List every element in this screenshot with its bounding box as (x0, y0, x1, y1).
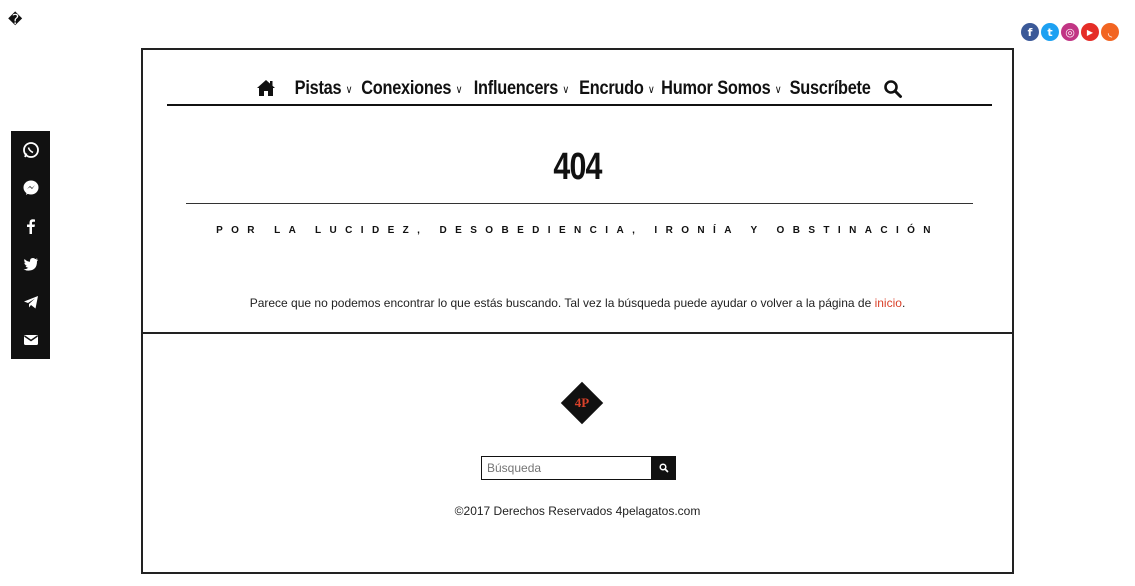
rss-icon[interactable]: ◟ (1101, 23, 1119, 41)
nav-item-somos[interactable]: Somos ∨ (718, 78, 782, 100)
search-icon (659, 463, 669, 473)
site-logo[interactable]: 4P (559, 380, 605, 431)
nav-item-encrudo[interactable]: Encrudo ∨ (579, 78, 655, 100)
twitter-icon[interactable]: t (1041, 23, 1059, 41)
site-tagline: POR LA LUCIDEZ, DESOBEDIENCIA, IRONÍA Y … (216, 225, 939, 236)
search-button[interactable] (652, 456, 676, 480)
chevron-down-icon: ∨ (647, 83, 655, 96)
main-nav: Pistas ∨ Conexiones ∨ Influencers ∨ Encrudo… (167, 78, 992, 106)
chevron-down-icon: ∨ (455, 83, 462, 96)
copyright: ©2017 Derechos Reservados 4pelagatos.com (454, 504, 701, 518)
footer-divider (143, 332, 1012, 334)
logo-text: 4P (575, 395, 590, 410)
search-icon[interactable] (883, 79, 903, 104)
not-found-message: Parece que no podemos encontrar lo que e… (249, 296, 906, 310)
search-input[interactable] (481, 456, 652, 480)
footer-search (481, 456, 676, 480)
email-icon[interactable] (11, 321, 50, 359)
home-icon[interactable] (256, 79, 278, 102)
title-divider (186, 203, 973, 204)
messenger-icon[interactable] (11, 169, 50, 207)
youtube-icon[interactable]: ▶ (1081, 23, 1099, 41)
share-bar (11, 131, 50, 359)
nav-item-suscribete[interactable]: Suscríbete (790, 78, 871, 100)
page-title: 404 (553, 146, 602, 188)
nav-item-influencers[interactable]: Influencers ∨ (474, 78, 570, 100)
nav-item-humor[interactable]: Humor (661, 78, 713, 100)
social-links: f t ◎ ▶ ◟ (1021, 23, 1119, 41)
twitter-icon[interactable] (11, 245, 50, 283)
chevron-down-icon: ∨ (562, 83, 570, 96)
nav-item-pistas[interactable]: Pistas ∨ (294, 78, 352, 100)
instagram-icon[interactable]: ◎ (1061, 23, 1079, 41)
telegram-icon[interactable] (11, 283, 50, 321)
nav-item-conexiones[interactable]: Conexiones ∨ (361, 78, 462, 100)
corner-glyph: � (8, 12, 23, 28)
facebook-icon[interactable]: f (1021, 23, 1039, 41)
home-link[interactable]: inicio (875, 296, 902, 310)
facebook-icon[interactable] (11, 207, 50, 245)
chevron-down-icon: ∨ (775, 83, 782, 96)
whatsapp-icon[interactable] (11, 131, 50, 169)
chevron-down-icon: ∨ (345, 83, 353, 96)
main-frame: Pistas ∨ Conexiones ∨ Influencers ∨ Encrudo… (141, 48, 1014, 574)
